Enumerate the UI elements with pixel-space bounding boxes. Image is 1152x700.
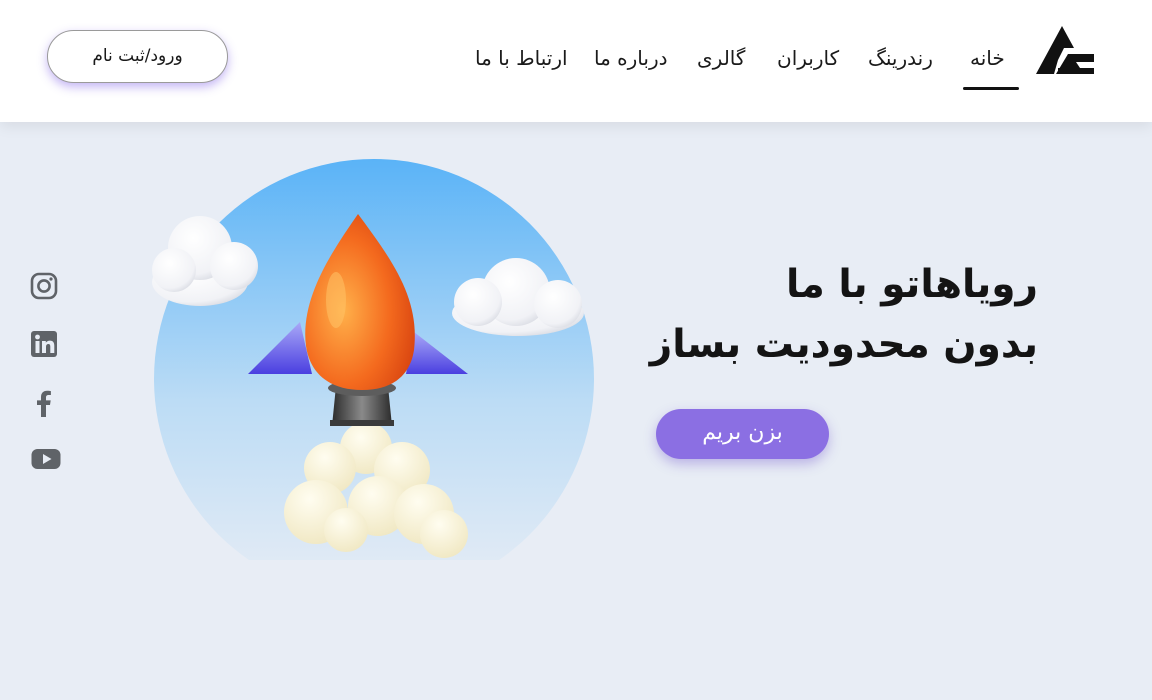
hero-title-line2: بدون محدودیت بساز (649, 322, 1038, 367)
logo-icon[interactable] (1034, 22, 1096, 76)
login-register-button[interactable]: ورود/ثبت نام (47, 30, 228, 83)
nav-item-about[interactable]: درباره ما (594, 38, 668, 78)
youtube-icon[interactable] (30, 443, 62, 475)
nav-item-rendering[interactable]: رندرینگ (868, 38, 933, 78)
start-button[interactable]: بزن بریم (656, 409, 829, 459)
hero-title-line1: رویاهاتو با ما (786, 262, 1038, 307)
hero-title: رویاهاتو با ما بدون محدودیت بساز (588, 255, 1038, 375)
facebook-icon[interactable] (28, 387, 60, 419)
nav-item-users[interactable]: کاربران (777, 38, 839, 78)
header: خانه رندرینگ کاربران گالری درباره ما ارت… (0, 0, 1152, 122)
nav-item-contact[interactable]: ارتباط با ما (475, 38, 568, 78)
rocket-launch-illustration (152, 159, 594, 560)
linkedin-icon[interactable] (28, 328, 60, 360)
nav-item-home[interactable]: خانه (963, 38, 1019, 90)
instagram-icon[interactable] (28, 270, 60, 302)
nav-item-gallery[interactable]: گالری (697, 38, 745, 78)
